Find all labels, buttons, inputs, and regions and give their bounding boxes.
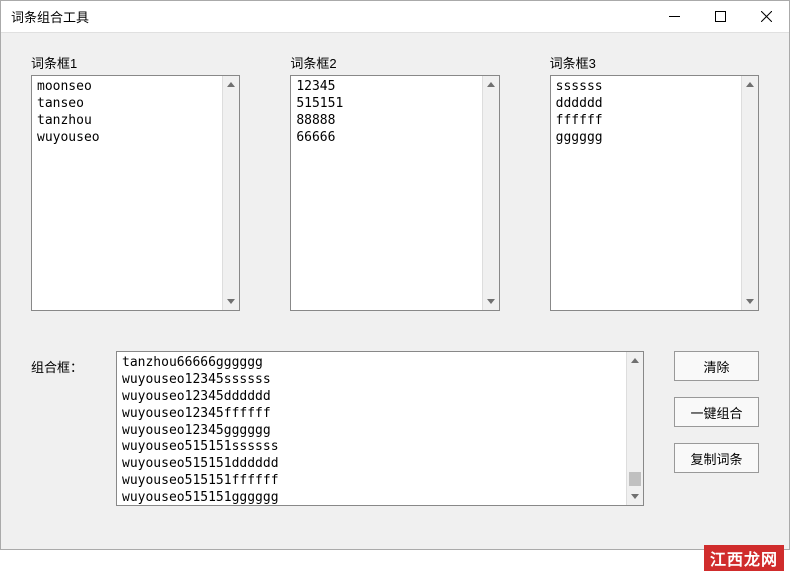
entry-row: 词条框1 moonseo tanseo tanzhou wuyouseo: [31, 53, 759, 311]
scroll-up-icon[interactable]: [742, 76, 758, 93]
copy-button[interactable]: 复制词条: [674, 443, 759, 473]
entry-label-1: 词条框1: [31, 53, 240, 72]
scroll-thumb[interactable]: [629, 472, 641, 486]
scroll-down-icon[interactable]: [627, 488, 643, 505]
scrollbar-combo[interactable]: [626, 352, 643, 505]
entry-box-3[interactable]: ssssss dddddd ffffff gggggg: [550, 75, 759, 311]
combo-box[interactable]: tanzhou66666gggggg wuyouseo12345ssssss w…: [116, 351, 644, 506]
content-area: 词条框1 moonseo tanseo tanzhou wuyouseo: [1, 33, 789, 549]
scroll-track[interactable]: [742, 93, 758, 293]
titlebar: 词条组合工具: [1, 1, 789, 33]
scroll-down-icon[interactable]: [223, 293, 239, 310]
scroll-track[interactable]: [627, 369, 643, 488]
combo-row: 组合框： tanzhou66666gggggg wuyouseo12345sss…: [31, 351, 759, 506]
scroll-track[interactable]: [483, 93, 499, 293]
entry-group-2: 词条框2 12345 515151 88888 66666: [290, 53, 499, 311]
scrollbar-1[interactable]: [222, 76, 239, 310]
scrollbar-3[interactable]: [741, 76, 758, 310]
combo-label: 组合框：: [31, 357, 91, 376]
entry-group-1: 词条框1 moonseo tanseo tanzhou wuyouseo: [31, 53, 240, 311]
scroll-track[interactable]: [223, 93, 239, 293]
entry-label-3: 词条框3: [550, 53, 759, 72]
window-title: 词条组合工具: [11, 7, 89, 26]
window-controls: [651, 1, 789, 32]
entry-text-3[interactable]: ssssss dddddd ffffff gggggg: [551, 76, 741, 310]
scroll-down-icon[interactable]: [742, 293, 758, 310]
close-icon: [761, 11, 772, 22]
entry-group-3: 词条框3 ssssss dddddd ffffff gggggg: [550, 53, 759, 311]
app-window: 词条组合工具 词条框1 moonseo tanseo tanzhou wuyou…: [0, 0, 790, 550]
minimize-button[interactable]: [651, 1, 697, 32]
combo-text[interactable]: tanzhou66666gggggg wuyouseo12345ssssss w…: [117, 352, 626, 505]
entry-text-2[interactable]: 12345 515151 88888 66666: [291, 76, 481, 310]
scroll-up-icon[interactable]: [223, 76, 239, 93]
scroll-up-icon[interactable]: [483, 76, 499, 93]
combine-button[interactable]: 一键组合: [674, 397, 759, 427]
scroll-down-icon[interactable]: [483, 293, 499, 310]
scrollbar-2[interactable]: [482, 76, 499, 310]
close-button[interactable]: [743, 1, 789, 32]
entry-box-1[interactable]: moonseo tanseo tanzhou wuyouseo: [31, 75, 240, 311]
scroll-up-icon[interactable]: [627, 352, 643, 369]
entry-label-2: 词条框2: [290, 53, 499, 72]
minimize-icon: [669, 11, 680, 22]
clear-button[interactable]: 清除: [674, 351, 759, 381]
maximize-button[interactable]: [697, 1, 743, 32]
entry-box-2[interactable]: 12345 515151 88888 66666: [290, 75, 499, 311]
entry-text-1[interactable]: moonseo tanseo tanzhou wuyouseo: [32, 76, 222, 310]
maximize-icon: [715, 11, 726, 22]
button-column: 清除 一键组合 复制词条: [674, 351, 759, 473]
watermark: 江西龙网: [704, 545, 784, 571]
